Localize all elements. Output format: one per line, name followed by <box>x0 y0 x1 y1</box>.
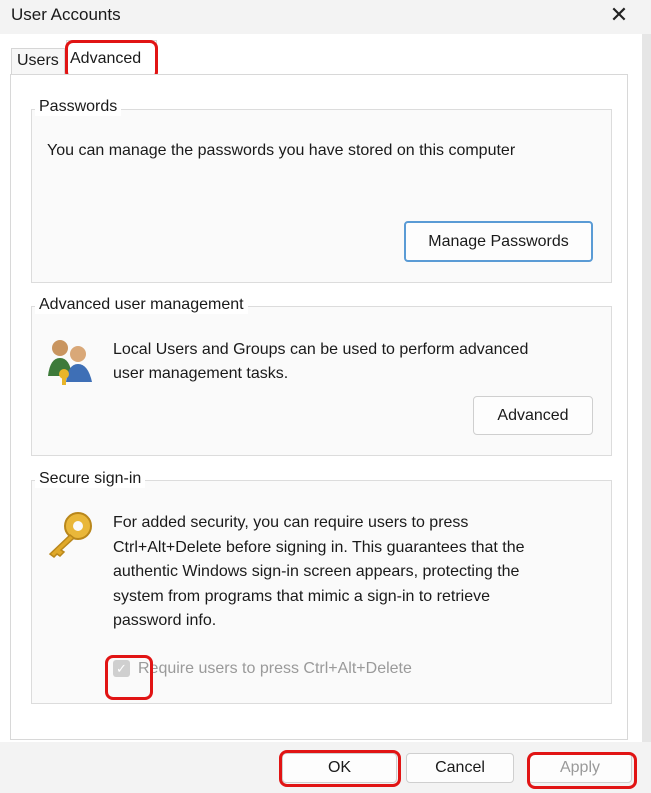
close-icon[interactable]: ✕ <box>604 2 634 28</box>
ctrl-alt-delete-label[interactable]: Require users to press Ctrl+Alt+Delete <box>138 657 412 682</box>
title-bar: User Accounts ✕ <box>0 0 651 34</box>
users-key-icon <box>48 340 92 385</box>
secure-sign-in-heading: Secure sign-in <box>35 470 146 488</box>
cancel-button[interactable]: Cancel <box>406 753 514 783</box>
advanced-management-line-2: user management tasks. <box>113 365 289 382</box>
passwords-description: You can manage the passwords you have st… <box>47 142 516 159</box>
tab-users-label: Users <box>17 52 59 69</box>
manage-passwords-button[interactable]: Manage Passwords <box>404 221 593 262</box>
secure-sign-in-line-5: password info. <box>113 612 217 629</box>
advanced-management-heading: Advanced user management <box>35 296 248 314</box>
window-edge <box>642 34 651 793</box>
secure-sign-in-line-1: For added security, you can require user… <box>113 514 469 531</box>
highlight-apply <box>527 752 637 789</box>
passwords-heading: Passwords <box>35 98 122 116</box>
secure-sign-in-line-2: Ctrl+Alt+Delete before signing in. This … <box>113 539 525 556</box>
secure-sign-in-line-3: authentic Windows sign-in screen appears… <box>113 563 520 580</box>
tab-users[interactable]: Users <box>11 48 65 74</box>
advanced-management-line-1: Local Users and Groups can be used to pe… <box>113 341 529 358</box>
window-title: User Accounts <box>11 5 121 24</box>
secure-sign-in-line-4: system from programs that mimic a sign-i… <box>113 588 490 605</box>
advanced-button[interactable]: Advanced <box>473 396 593 435</box>
highlight-ok <box>279 750 401 787</box>
highlight-checkbox <box>105 655 153 700</box>
key-icon <box>48 512 92 558</box>
